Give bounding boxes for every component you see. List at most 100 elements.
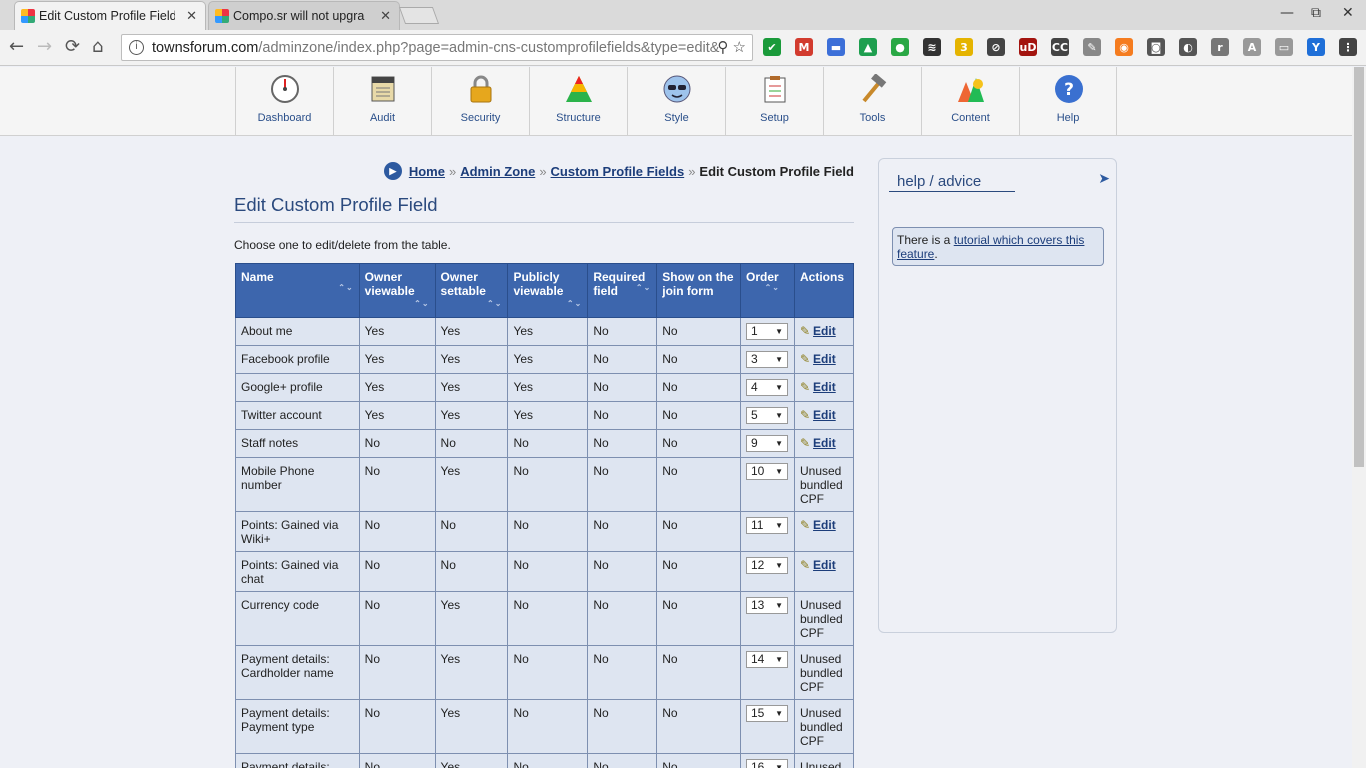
cell-order: 1 ▼ [740,317,795,346]
extension-icon[interactable]: M [795,38,813,56]
restore-icon[interactable]: ⧉ [1311,5,1321,21]
cell-owner-settable: Yes [434,645,509,700]
edit-link[interactable]: Edit [813,518,836,532]
breadcrumb-custom-profile-fields-link[interactable]: Custom Profile Fields [551,164,685,179]
edit-link[interactable]: Edit [813,352,836,366]
extension-icon[interactable]: ▲ [859,38,877,56]
table-row: Mobile Phone number No Yes No No No 10 ▼ Unused … [235,457,855,512]
extension-icon[interactable]: ◐ [1179,38,1197,56]
extension-icon[interactable]: CC [1051,38,1069,56]
extension-icon[interactable]: Y [1307,38,1325,56]
nav-tools[interactable]: Tools [823,67,921,135]
order-select[interactable]: 1 ▼ [746,323,788,340]
sort-arrows-icon[interactable]: ⌃⌄ [567,297,582,311]
browser-tab-active[interactable]: Edit Custom Profile Field ✕ [14,1,206,30]
cell-actions: ✎ Edit [793,373,855,402]
extension-icon[interactable]: ✔ [763,38,781,56]
nav-audit[interactable]: Audit [333,67,431,135]
order-select[interactable]: 3 ▼ [746,351,788,368]
nav-dashboard[interactable]: Dashboard [235,67,333,135]
sort-arrows-icon[interactable]: ⌃⌄ [765,281,780,295]
cell-name: Google+ profile [235,373,360,402]
tools-icon [862,74,887,103]
order-select[interactable]: 13 ▼ [746,597,788,614]
tab-close-icon[interactable]: ✕ [186,8,197,24]
edit-link[interactable]: Edit [813,324,836,338]
nav-content[interactable]: Content [921,67,1019,135]
home-icon[interactable]: ⌂ [92,36,103,57]
nav-setup[interactable]: Setup [725,67,823,135]
edit-link[interactable]: Edit [813,408,836,422]
nav-security[interactable]: Security [431,67,529,135]
cell-name: Mobile Phone number [235,457,360,512]
sort-arrows-icon[interactable]: ⌃⌄ [636,281,651,295]
edit-link[interactable]: Edit [813,380,836,394]
extension-icon[interactable]: ✎ [1083,38,1101,56]
column-header-owner-viewable[interactable]: Owner viewable ⌃⌄ [358,263,436,318]
order-select[interactable]: 14 ▼ [746,651,788,668]
nav-help[interactable]: ? Help [1019,67,1117,135]
column-header-order[interactable]: Order ⌃⌄ [740,263,795,318]
column-header-publicly-viewable[interactable]: Publicly viewable ⌃⌄ [507,263,589,318]
tab-close-icon[interactable]: ✕ [380,8,391,24]
order-select[interactable]: 10 ▼ [746,463,788,480]
extension-icon[interactable]: ◙ [1147,38,1165,56]
header-label: Owner settable [440,270,486,298]
extension-icon[interactable]: uD [1019,38,1037,56]
extension-icon[interactable]: ⋮ [1339,38,1357,56]
extension-icon[interactable]: A [1243,38,1261,56]
extension-icon[interactable]: ● [891,38,909,56]
address-bar[interactable]: i townsforum.com /adminzone/index.php?pa… [121,34,753,61]
pencil-icon: ✎ [799,380,811,394]
cell-required: No [587,645,658,700]
scrollbar-thumb[interactable] [1354,67,1364,467]
sort-arrows-icon[interactable]: ⌃⌄ [487,297,502,311]
setup-icon [764,76,786,103]
column-header-name[interactable]: Name ⌃⌄ [235,263,360,318]
nav-style[interactable]: Style [627,67,725,135]
breadcrumb-home-link[interactable]: Home [409,164,445,179]
order-select[interactable]: 4 ▼ [746,379,788,396]
cell-order: 3 ▼ [740,345,795,374]
extension-icon[interactable]: r [1211,38,1229,56]
extension-icon[interactable]: ▭ [1275,38,1293,56]
breadcrumb-admin-zone-link[interactable]: Admin Zone [460,164,535,179]
order-select[interactable]: 9 ▼ [746,435,788,452]
reload-icon[interactable]: ⟳ [65,36,80,57]
collapse-arrow-icon[interactable]: ➤ [1098,171,1110,187]
extension-icon[interactable]: ⊘ [987,38,1005,56]
zoom-and-bookmark-star-icon[interactable]: ⚲ ☆ [717,38,746,56]
order-select[interactable]: 12 ▼ [746,557,788,574]
info-icon[interactable]: i [129,40,144,55]
sort-arrows-icon[interactable]: ⌃⌄ [414,297,429,311]
back-arrow-icon[interactable]: ← [9,36,24,57]
order-select[interactable]: 5 ▼ [746,407,788,424]
order-value: 11 [751,518,764,532]
cell-required: No [587,551,658,592]
cell-actions: Unused [793,753,855,768]
dropdown-arrow-icon: ▼ [775,709,783,718]
new-tab-button[interactable] [398,7,440,24]
column-header-owner-settable[interactable]: Owner settable ⌃⌄ [434,263,509,318]
edit-link[interactable]: Edit [813,558,836,572]
order-select[interactable]: 15 ▼ [746,705,788,722]
minimize-icon[interactable]: — [1280,5,1294,21]
column-header-required-field[interactable]: Required field ⌃⌄ [587,263,658,318]
nav-structure[interactable]: Structure [529,67,627,135]
cell-required: No [587,317,658,346]
extension-icon[interactable]: ≋ [923,38,941,56]
extension-icon[interactable]: ▬ [827,38,845,56]
help-icon: ? [1055,75,1083,103]
page-scrollbar[interactable] [1352,67,1366,768]
nav-label: Style [664,112,689,124]
sort-arrows-icon[interactable]: ⌃⌄ [338,281,353,295]
extension-icon[interactable]: ◉ [1115,38,1133,56]
extension-icon[interactable]: 3 [955,38,973,56]
order-select[interactable]: 11 ▼ [746,517,788,534]
window-close-icon[interactable]: ✕ [1342,5,1354,21]
edit-link[interactable]: Edit [813,436,836,450]
order-select[interactable]: 16 ▼ [746,759,788,768]
browser-tab-inactive[interactable]: Compo.sr will not upgra ✕ [208,1,400,30]
dropdown-arrow-icon: ▼ [775,521,783,530]
forward-arrow-icon[interactable]: → [37,36,52,57]
